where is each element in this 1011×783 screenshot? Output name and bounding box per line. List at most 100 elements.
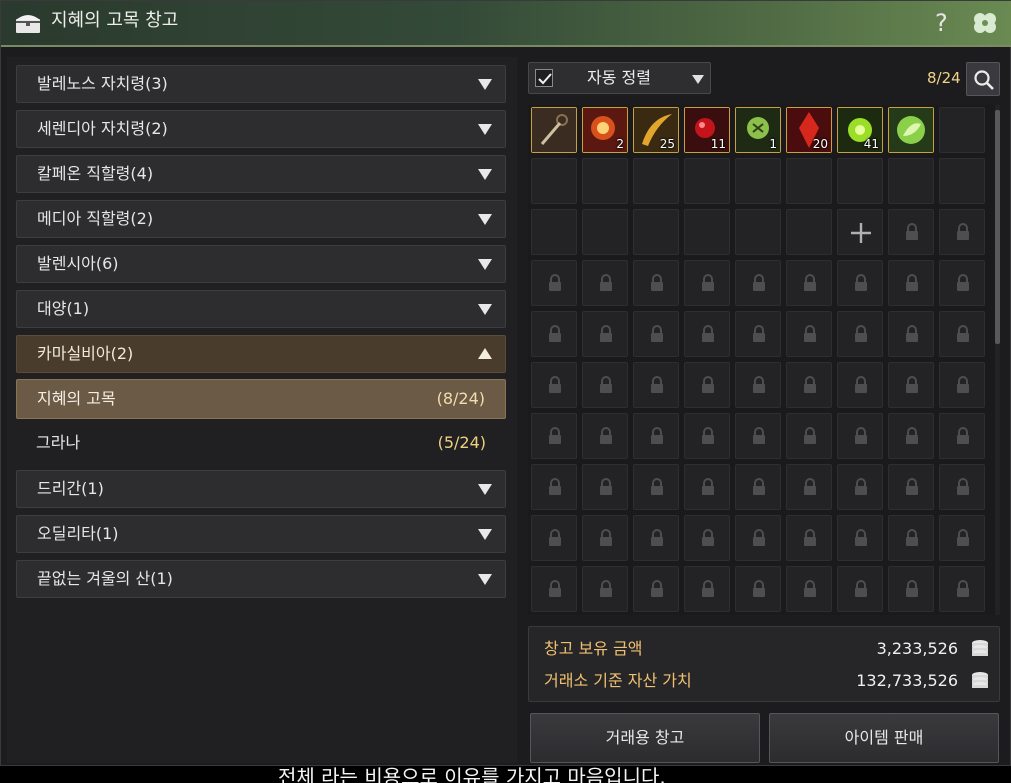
- locked-slot[interactable]: [939, 413, 985, 459]
- search-button[interactable]: [966, 62, 1000, 96]
- locked-slot[interactable]: [735, 515, 781, 561]
- storage-location-item[interactable]: 그라나 (5/24): [16, 424, 506, 464]
- locked-slot[interactable]: [582, 515, 628, 561]
- expand-slot-button[interactable]: [837, 209, 883, 255]
- storage-location-item[interactable]: 지혜의 고목 (8/24): [16, 379, 506, 419]
- item-slot[interactable]: 41: [837, 107, 883, 153]
- auto-sort-dropdown[interactable]: 자동 정렬: [528, 62, 711, 94]
- empty-slot[interactable]: [684, 209, 730, 255]
- locked-slot[interactable]: [582, 413, 628, 459]
- locked-slot[interactable]: [684, 260, 730, 306]
- locked-slot[interactable]: [531, 413, 577, 459]
- locked-slot[interactable]: [531, 362, 577, 408]
- empty-slot[interactable]: [633, 209, 679, 255]
- locked-slot[interactable]: [735, 566, 781, 612]
- locked-slot[interactable]: [837, 464, 883, 510]
- empty-slot[interactable]: [939, 107, 985, 153]
- locked-slot[interactable]: [888, 311, 934, 357]
- empty-slot[interactable]: [939, 158, 985, 204]
- item-slot[interactable]: 2: [582, 107, 628, 153]
- locked-slot[interactable]: [939, 566, 985, 612]
- locked-slot[interactable]: [786, 413, 832, 459]
- help-button[interactable]: ?: [935, 9, 948, 37]
- locked-slot[interactable]: [531, 464, 577, 510]
- locked-slot[interactable]: [939, 362, 985, 408]
- locked-slot[interactable]: [684, 464, 730, 510]
- item-slot[interactable]: 25: [633, 107, 679, 153]
- locked-slot[interactable]: [939, 464, 985, 510]
- locked-slot[interactable]: [837, 362, 883, 408]
- locked-slot[interactable]: [735, 362, 781, 408]
- region-item[interactable]: 메디아 직할령(2): [16, 200, 506, 238]
- locked-slot[interactable]: [684, 515, 730, 561]
- clover-icon[interactable]: [971, 10, 999, 40]
- locked-slot[interactable]: [939, 209, 985, 255]
- locked-slot[interactable]: [888, 464, 934, 510]
- empty-slot[interactable]: [531, 209, 577, 255]
- locked-slot[interactable]: [735, 311, 781, 357]
- locked-slot[interactable]: [633, 260, 679, 306]
- locked-slot[interactable]: [888, 260, 934, 306]
- empty-slot[interactable]: [735, 158, 781, 204]
- locked-slot[interactable]: [735, 260, 781, 306]
- locked-slot[interactable]: [531, 566, 577, 612]
- region-item[interactable]: 발렌시아(6): [16, 245, 506, 283]
- item-slot[interactable]: 20: [786, 107, 832, 153]
- locked-slot[interactable]: [633, 362, 679, 408]
- locked-slot[interactable]: [837, 260, 883, 306]
- locked-slot[interactable]: [939, 515, 985, 561]
- locked-slot[interactable]: [531, 260, 577, 306]
- locked-slot[interactable]: [786, 260, 832, 306]
- locked-slot[interactable]: [786, 515, 832, 561]
- locked-slot[interactable]: [837, 311, 883, 357]
- empty-slot[interactable]: [735, 209, 781, 255]
- locked-slot[interactable]: [888, 413, 934, 459]
- locked-slot[interactable]: [633, 311, 679, 357]
- empty-slot[interactable]: [786, 158, 832, 204]
- empty-slot[interactable]: [633, 158, 679, 204]
- trade-storage-button[interactable]: 거래용 창고: [530, 713, 760, 763]
- empty-slot[interactable]: [582, 209, 628, 255]
- empty-slot[interactable]: [684, 158, 730, 204]
- region-item[interactable]: 끝없는 겨울의 산(1): [16, 560, 506, 598]
- locked-slot[interactable]: [582, 362, 628, 408]
- locked-slot[interactable]: [837, 566, 883, 612]
- empty-slot[interactable]: [786, 209, 832, 255]
- locked-slot[interactable]: [735, 464, 781, 510]
- locked-slot[interactable]: [684, 566, 730, 612]
- grid-scrollbar[interactable]: [995, 105, 1000, 615]
- empty-slot[interactable]: [888, 158, 934, 204]
- scrollbar-thumb[interactable]: [995, 110, 1000, 344]
- locked-slot[interactable]: [582, 311, 628, 357]
- region-item[interactable]: 드리간(1): [16, 470, 506, 508]
- locked-slot[interactable]: [888, 515, 934, 561]
- locked-slot[interactable]: [888, 566, 934, 612]
- locked-slot[interactable]: [582, 464, 628, 510]
- locked-slot[interactable]: [786, 362, 832, 408]
- locked-slot[interactable]: [582, 566, 628, 612]
- auto-sort-checkbox[interactable]: [535, 69, 553, 87]
- item-slot[interactable]: [888, 107, 934, 153]
- locked-slot[interactable]: [633, 464, 679, 510]
- locked-slot[interactable]: [888, 209, 934, 255]
- region-item[interactable]: 오딜리타(1): [16, 515, 506, 553]
- region-item[interactable]: 카마실비아(2): [16, 335, 506, 373]
- region-item[interactable]: 칼페온 직할령(4): [16, 155, 506, 193]
- empty-slot[interactable]: [837, 158, 883, 204]
- locked-slot[interactable]: [786, 311, 832, 357]
- locked-slot[interactable]: [837, 515, 883, 561]
- locked-slot[interactable]: [684, 311, 730, 357]
- empty-slot[interactable]: [531, 158, 577, 204]
- locked-slot[interactable]: [786, 566, 832, 612]
- locked-slot[interactable]: [633, 515, 679, 561]
- locked-slot[interactable]: [735, 413, 781, 459]
- locked-slot[interactable]: [786, 464, 832, 510]
- region-item[interactable]: 대양(1): [16, 290, 506, 328]
- locked-slot[interactable]: [684, 413, 730, 459]
- sell-items-button[interactable]: 아이템 판매: [769, 713, 999, 763]
- locked-slot[interactable]: [633, 413, 679, 459]
- title-bar[interactable]: 지혜의 고목 창고 ?: [1, 1, 1011, 47]
- locked-slot[interactable]: [939, 311, 985, 357]
- region-item[interactable]: 발레노스 자치령(3): [16, 65, 506, 103]
- empty-slot[interactable]: [582, 158, 628, 204]
